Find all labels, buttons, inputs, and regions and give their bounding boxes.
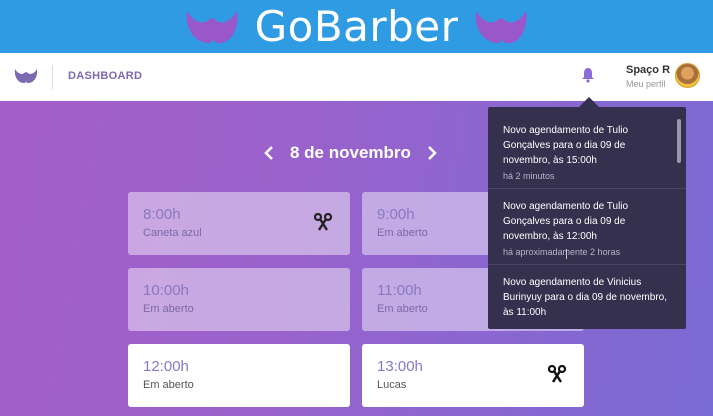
user-name: Spaço R xyxy=(626,64,671,76)
app-header: DASHBOARD Spaço R Meu perfil xyxy=(0,53,713,101)
brand-title: GoBarber xyxy=(254,2,459,51)
header-divider xyxy=(52,65,53,89)
slot-client: Em aberto xyxy=(143,303,194,315)
notification-divider xyxy=(488,264,686,265)
profile-link[interactable]: Meu perfil xyxy=(626,79,670,89)
slot-time: 10:00h xyxy=(143,282,189,299)
text-cursor xyxy=(566,249,570,259)
scissors-icon[interactable] xyxy=(314,213,332,231)
notification-item[interactable]: Novo agendamento de Vinicius Burinyuy pa… xyxy=(488,275,686,320)
app-window: DASHBOARD Spaço R Meu perfil 8 de novemb… xyxy=(0,53,713,416)
avatar[interactable] xyxy=(675,63,700,88)
notification-divider xyxy=(488,188,686,189)
notification-age: há 2 minutos xyxy=(503,171,555,181)
brand-banner: GoBarber xyxy=(0,0,713,53)
notification-message: Novo agendamento de Tulio Gonçalves para… xyxy=(503,125,629,166)
slot-client: Em aberto xyxy=(143,379,194,391)
mustache-icon[interactable] xyxy=(14,66,38,86)
time-slot[interactable]: 8:00h Caneta azul xyxy=(128,192,350,255)
date-navigator: 8 de novembro xyxy=(262,143,439,163)
chevron-right-icon[interactable] xyxy=(425,144,439,162)
slot-time: 8:00h xyxy=(143,206,181,223)
popover-arrow xyxy=(579,97,599,107)
time-slot[interactable]: 13:00h Lucas xyxy=(362,344,584,407)
mustache-icon xyxy=(476,10,527,43)
time-slot[interactable]: 12:00h Em aberto xyxy=(128,344,350,407)
slot-client: Lucas xyxy=(377,379,407,391)
date-label: 8 de novembro xyxy=(290,143,411,162)
scissors-icon[interactable] xyxy=(548,365,566,383)
notification-item[interactable]: Novo agendamento de Tulio Gonçalves para… xyxy=(488,123,686,181)
chevron-left-icon[interactable] xyxy=(262,144,276,162)
notification-item[interactable]: Novo agendamento de Tulio Gonçalves para… xyxy=(488,199,686,257)
notification-message: Novo agendamento de Vinicius Burinyuy pa… xyxy=(503,277,667,318)
user-profile[interactable]: Spaço R Meu perfil xyxy=(626,64,670,89)
notification-age: há aproximadamente 2 horas xyxy=(503,247,621,257)
page-title[interactable]: DASHBOARD xyxy=(68,70,142,82)
slot-time: 12:00h xyxy=(143,358,189,375)
time-slot[interactable]: 10:00h Em aberto xyxy=(128,268,350,331)
bell-icon[interactable] xyxy=(581,67,595,83)
popover-scrollbar[interactable] xyxy=(677,119,681,163)
slot-time: 13:00h xyxy=(377,358,423,375)
notification-message: Novo agendamento de Tulio Gonçalves para… xyxy=(503,201,629,242)
mustache-icon xyxy=(186,10,237,43)
notifications-popover: Novo agendamento de Tulio Gonçalves para… xyxy=(488,107,686,329)
slot-client: Caneta azul xyxy=(143,227,202,239)
